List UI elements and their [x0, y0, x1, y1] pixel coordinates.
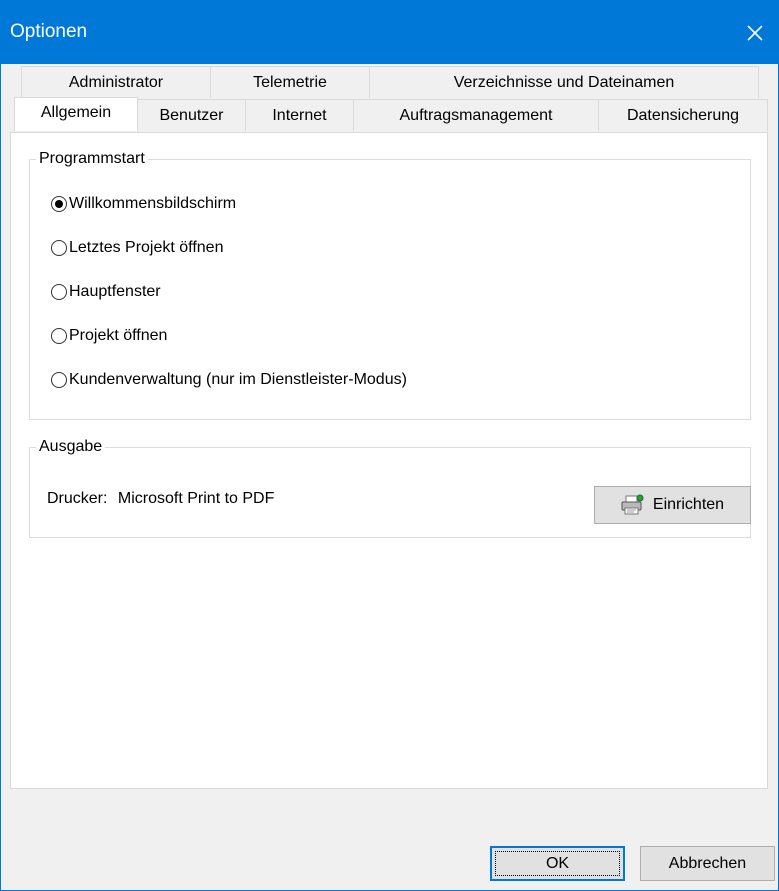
printer-row: Drucker: Microsoft Print to PDF — [47, 490, 274, 508]
printer-value: Microsoft Print to PDF — [117, 490, 275, 507]
printer-label: Drucker: — [47, 490, 108, 507]
tab-benutzer[interactable]: Benutzer — [137, 99, 246, 131]
radio-selected-icon — [51, 196, 67, 212]
dialog-content: Administrator Telemetrie Verzeichnisse u… — [1, 64, 778, 890]
radio-unselected-icon — [51, 284, 67, 300]
radio-unselected-icon — [51, 372, 67, 388]
options-dialog: Optionen Administrator Telemetrie Verzei… — [0, 0, 779, 891]
programmstart-label: Programmstart — [36, 149, 148, 169]
tab-panel-allgemein: Programmstart Willkommensbildschirm Letz… — [10, 132, 768, 789]
einrichten-button[interactable]: Einrichten — [594, 486, 751, 524]
programmstart-group: Programmstart Willkommensbildschirm Letz… — [29, 149, 751, 420]
close-button[interactable] — [732, 1, 778, 64]
radio-unselected-icon — [51, 328, 67, 344]
tab-datensicherung[interactable]: Datensicherung — [598, 99, 768, 131]
radio-unselected-icon — [51, 240, 67, 256]
close-icon — [747, 24, 763, 41]
radio-willkommensbildschirm[interactable]: Willkommensbildschirm — [51, 195, 236, 213]
tab-allgemein[interactable]: Allgemein — [14, 97, 138, 131]
radio-kundenverwaltung[interactable]: Kundenverwaltung (nur im Dienstleister-M… — [51, 371, 407, 389]
radio-letztes-projekt-oeffnen[interactable]: Letztes Projekt öffnen — [51, 239, 223, 257]
abbrechen-button[interactable]: Abbrechen — [640, 846, 775, 881]
ok-button[interactable]: OK — [490, 846, 625, 881]
ausgabe-group: Ausgabe Drucker: Microsoft Print to PDF — [29, 437, 751, 538]
printer-setup-icon — [621, 494, 645, 516]
radio-projekt-oeffnen[interactable]: Projekt öffnen — [51, 327, 167, 345]
tab-auftragsmanagement[interactable]: Auftragsmanagement — [353, 99, 599, 131]
tab-telemetrie[interactable]: Telemetrie — [210, 66, 370, 98]
title-bar[interactable]: Optionen — [1, 1, 778, 64]
ausgabe-label: Ausgabe — [36, 437, 106, 457]
radio-hauptfenster[interactable]: Hauptfenster — [51, 283, 161, 301]
window-title: Optionen — [10, 21, 88, 42]
focus-rectangle — [495, 851, 620, 876]
tab-verzeichnisse-und-dateinamen[interactable]: Verzeichnisse und Dateinamen — [369, 66, 759, 98]
tab-internet[interactable]: Internet — [245, 99, 354, 131]
tab-administrator[interactable]: Administrator — [21, 66, 211, 98]
